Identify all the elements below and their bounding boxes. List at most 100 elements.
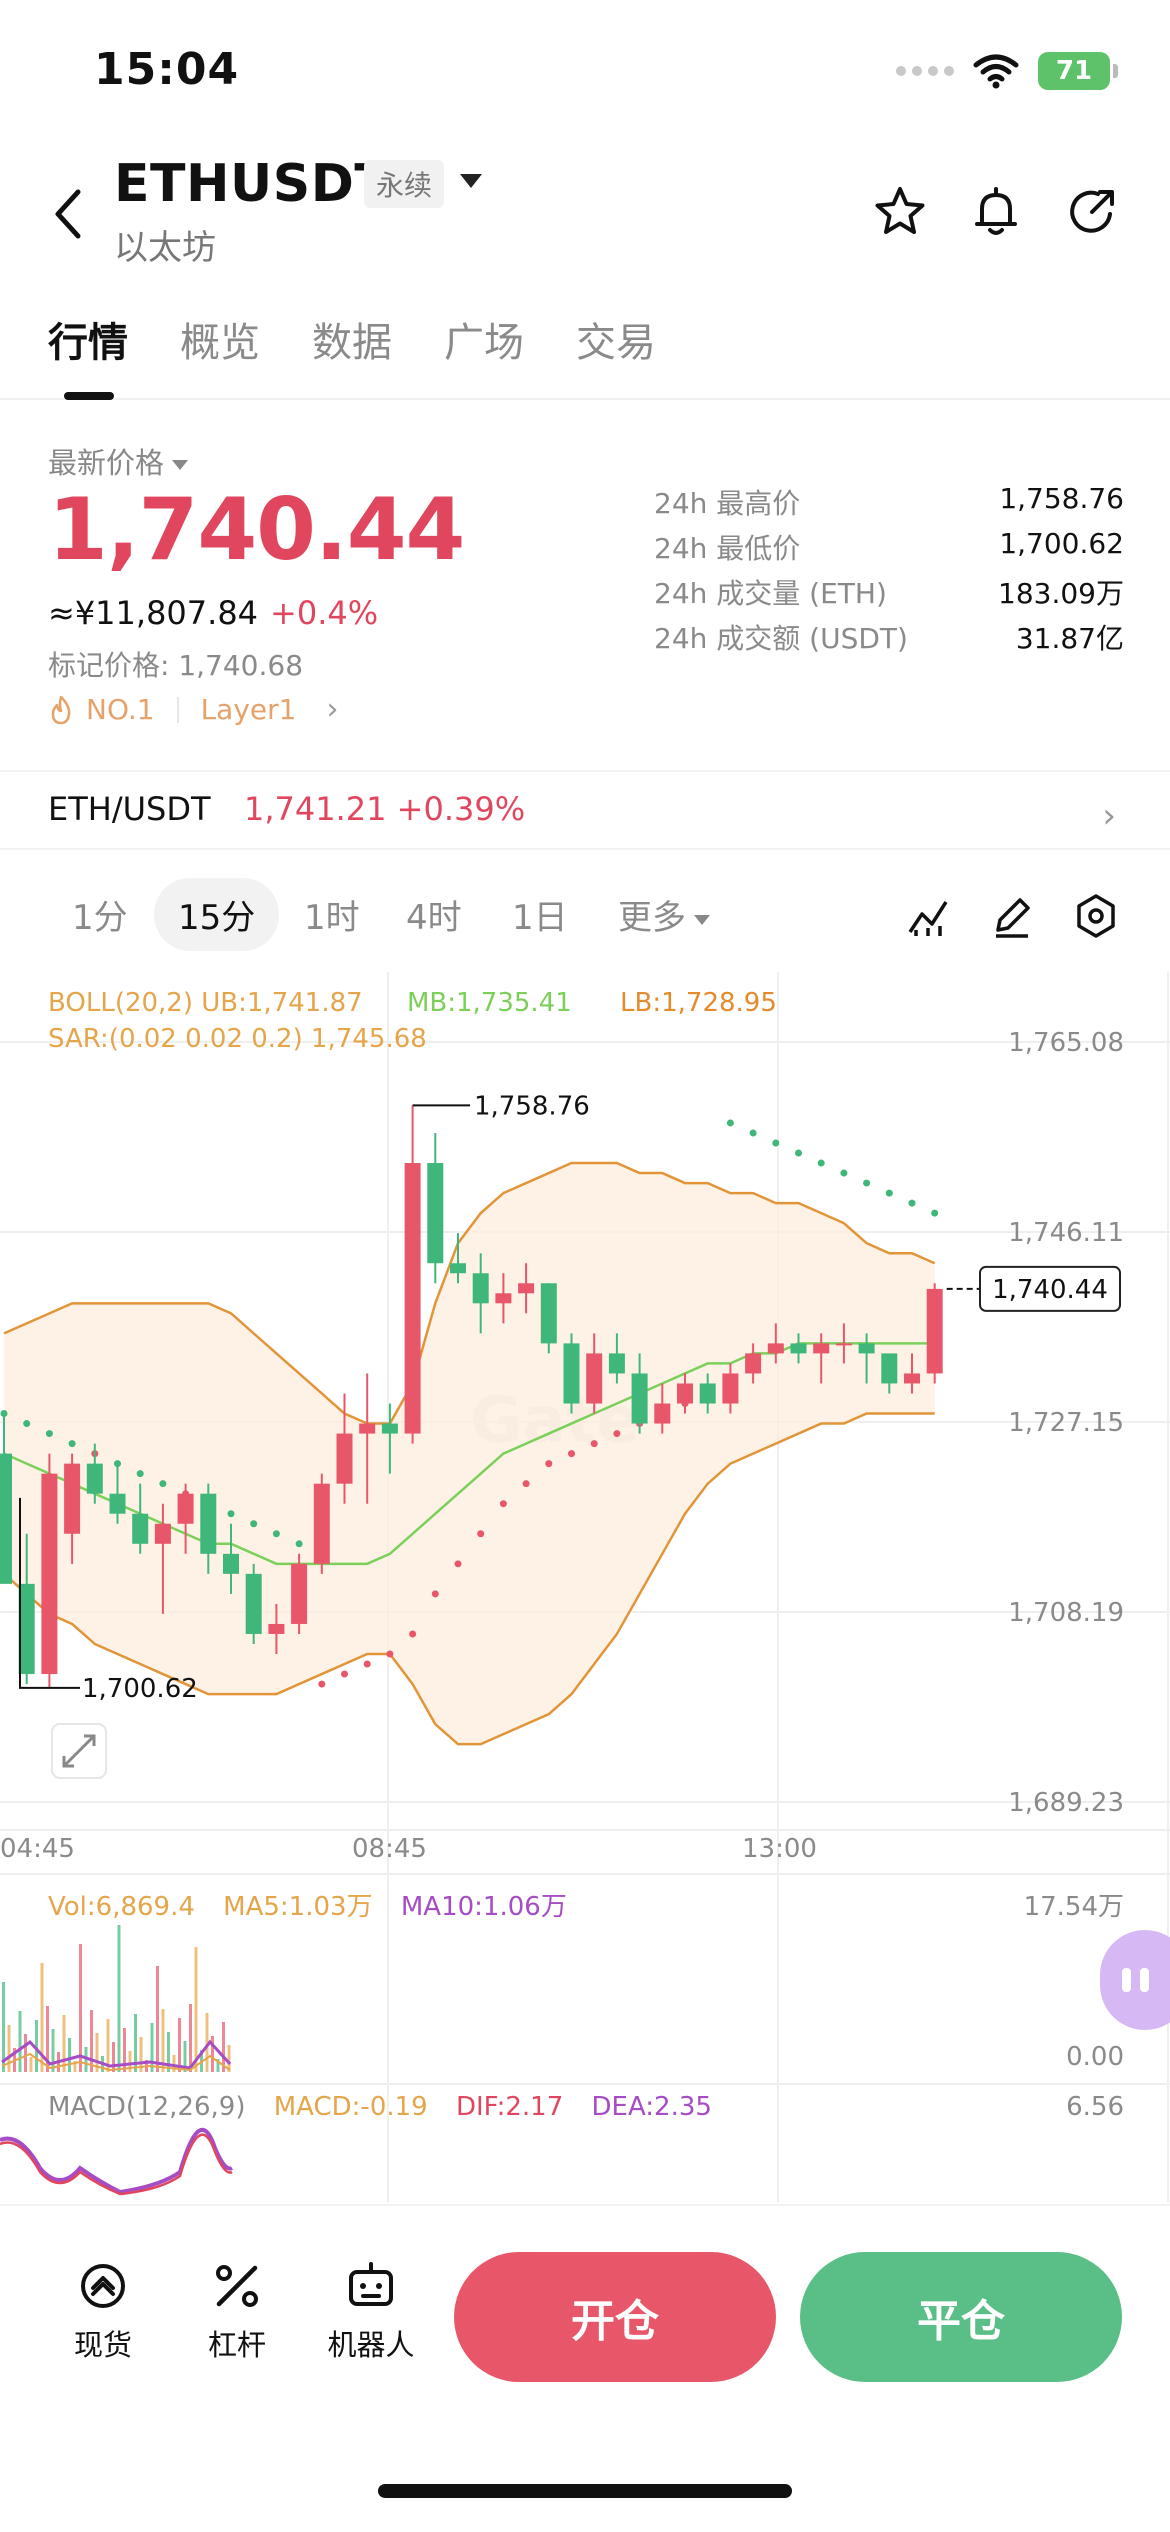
status-bar: 15:04 71 bbox=[0, 0, 1170, 140]
macd-dif-line bbox=[0, 2133, 233, 2196]
stat-key: 24h 成交量 (ETH) bbox=[654, 577, 887, 610]
leverage-icon bbox=[216, 2265, 258, 2307]
tab-data[interactable]: 数据 bbox=[312, 310, 392, 368]
symbol-dropdown-icon[interactable] bbox=[460, 174, 482, 188]
floating-assistant-button[interactable] bbox=[1100, 1930, 1170, 2030]
candle-body bbox=[404, 1163, 421, 1434]
candle-body bbox=[336, 1433, 353, 1484]
sar-dot bbox=[795, 1149, 802, 1157]
leverage-label: 杠杆 bbox=[207, 2328, 266, 2362]
timeframe-1m[interactable]: 1分 bbox=[72, 890, 128, 939]
vol-ma10: MA10:1.06万 bbox=[400, 1892, 567, 1922]
timeframe-1h[interactable]: 1时 bbox=[304, 890, 360, 939]
tab-square[interactable]: 广场 bbox=[444, 310, 524, 368]
divider bbox=[176, 696, 179, 723]
sar-dot bbox=[477, 1530, 485, 1538]
chart-settings-icon[interactable] bbox=[1072, 892, 1120, 940]
volume-bar bbox=[156, 1966, 159, 2072]
kline-chart[interactable]: Gate1,758.761,700.621,740.44 BOLL(20,2) … bbox=[0, 972, 1170, 2202]
indicator-icon[interactable] bbox=[904, 892, 952, 940]
candle-body bbox=[654, 1403, 671, 1424]
caret-down-icon bbox=[694, 914, 710, 925]
symbol-title[interactable]: ETHUSDT bbox=[114, 154, 390, 214]
cny-price-line: ≈¥11,807.84 +0.4% bbox=[48, 594, 378, 632]
pause-bar bbox=[1122, 1968, 1131, 1992]
stats-24h: 24h 最高价 1,758.76 24h 最低价 1,700.62 24h 成交量 … bbox=[654, 482, 1124, 662]
home-indicator bbox=[378, 2484, 792, 2498]
timeframe-4h[interactable]: 4时 bbox=[406, 890, 462, 939]
candle-body bbox=[200, 1493, 217, 1554]
tab-market[interactable]: 行情 bbox=[48, 310, 128, 368]
stat-key: 24h 成交额 (USDT) bbox=[654, 622, 908, 655]
sar-dot bbox=[908, 1199, 916, 1207]
candle-body bbox=[64, 1463, 81, 1534]
back-icon[interactable] bbox=[44, 184, 92, 244]
sar-dot bbox=[772, 1139, 780, 1147]
volume-bar bbox=[29, 2057, 33, 2072]
share-icon[interactable] bbox=[1064, 184, 1120, 240]
sar-dot bbox=[295, 1540, 303, 1548]
status-time: 15:04 bbox=[94, 44, 240, 95]
bot-label: 机器人 bbox=[327, 2328, 415, 2362]
price-type-selector[interactable]: 最新价格 bbox=[48, 440, 189, 482]
rank-tags[interactable]: NO.1 Layer1 › bbox=[48, 692, 338, 727]
candle-body bbox=[631, 1373, 648, 1424]
spot-label: 现货 bbox=[73, 2328, 132, 2362]
macd-dif: DIF:2.17 bbox=[455, 2092, 564, 2122]
stat-value: 183.09万 bbox=[998, 577, 1124, 610]
open-position-button[interactable]: 开仓 bbox=[454, 2252, 776, 2382]
volume-bar bbox=[194, 1947, 198, 2072]
high-price-label: 1,758.76 bbox=[474, 1091, 590, 1121]
pause-bar bbox=[1140, 1968, 1149, 1992]
macd-title: MACD(12,26,9) bbox=[48, 2092, 246, 2122]
candle-body bbox=[359, 1423, 376, 1434]
boll-band-area bbox=[4, 1163, 935, 1745]
tab-trade[interactable]: 交易 bbox=[576, 310, 656, 368]
y-axis-label: 1,689.23 bbox=[1008, 1788, 1124, 1818]
macd-legend: MACD(12,26,9) MACD:-0.19 DIF:2.17 DEA:2.… bbox=[48, 2092, 712, 2122]
volume-bar bbox=[90, 2010, 93, 2072]
tab-overview[interactable]: 概览 bbox=[180, 310, 260, 368]
candle-body bbox=[41, 1473, 58, 1675]
close-position-button[interactable]: 平仓 bbox=[800, 2252, 1122, 2382]
vol-ma5: MA5:1.03万 bbox=[223, 1892, 373, 1922]
timeframe-15m[interactable]: 15分 bbox=[154, 878, 280, 951]
battery-level: 71 bbox=[1055, 56, 1093, 86]
x-axis-label: 13:00 bbox=[742, 1834, 817, 1864]
y-axis-label: 1,746.11 bbox=[1008, 1218, 1124, 1248]
battery-icon: 71 bbox=[1038, 52, 1118, 90]
candle-body bbox=[699, 1383, 716, 1404]
x-axis-label: 04:45 bbox=[0, 1834, 75, 1864]
vol-value: Vol:6,869.4 bbox=[48, 1892, 195, 1922]
kline-canvas[interactable]: Gate1,758.761,700.621,740.44 bbox=[0, 972, 1170, 2202]
macd-dea: DEA:2.35 bbox=[591, 2092, 712, 2122]
sar-dot bbox=[613, 1430, 621, 1438]
leverage-button[interactable]: 杠杆 bbox=[182, 2258, 292, 2364]
spot-button[interactable]: 现货 bbox=[48, 2258, 158, 2364]
candle-body bbox=[926, 1288, 943, 1374]
bot-button[interactable]: 机器人 bbox=[316, 2258, 426, 2364]
star-icon[interactable] bbox=[872, 184, 928, 240]
timeframe-more[interactable]: 更多 bbox=[618, 890, 710, 939]
candle-body bbox=[518, 1283, 535, 1294]
bell-icon[interactable] bbox=[968, 184, 1024, 240]
candle-body bbox=[904, 1373, 920, 1384]
price-type-label: 最新价格 bbox=[48, 446, 165, 480]
boll-ub: UB:1,741.87 bbox=[201, 988, 363, 1018]
sar-dot bbox=[863, 1179, 871, 1187]
sar-dot bbox=[159, 1480, 167, 1488]
draw-icon[interactable] bbox=[988, 892, 1036, 940]
spot-pair-row[interactable]: ETH/USDT 1,741.21 +0.39% › bbox=[0, 770, 1170, 850]
candle-body bbox=[245, 1573, 262, 1634]
stat-row: 24h 成交额 (USDT) 31.87亿 bbox=[654, 617, 1124, 662]
stat-value: 1,700.62 bbox=[999, 527, 1124, 560]
volume-bar bbox=[68, 2038, 71, 2072]
candle-body bbox=[563, 1343, 580, 1404]
macd-dea-line bbox=[0, 2127, 233, 2195]
candle-body bbox=[313, 1483, 330, 1564]
timeframe-1d[interactable]: 1日 bbox=[512, 890, 568, 939]
cny-price: ≈¥11,807.84 bbox=[48, 594, 259, 632]
candle-body bbox=[767, 1343, 784, 1354]
candle-body bbox=[881, 1353, 898, 1384]
candle-body bbox=[858, 1343, 875, 1354]
